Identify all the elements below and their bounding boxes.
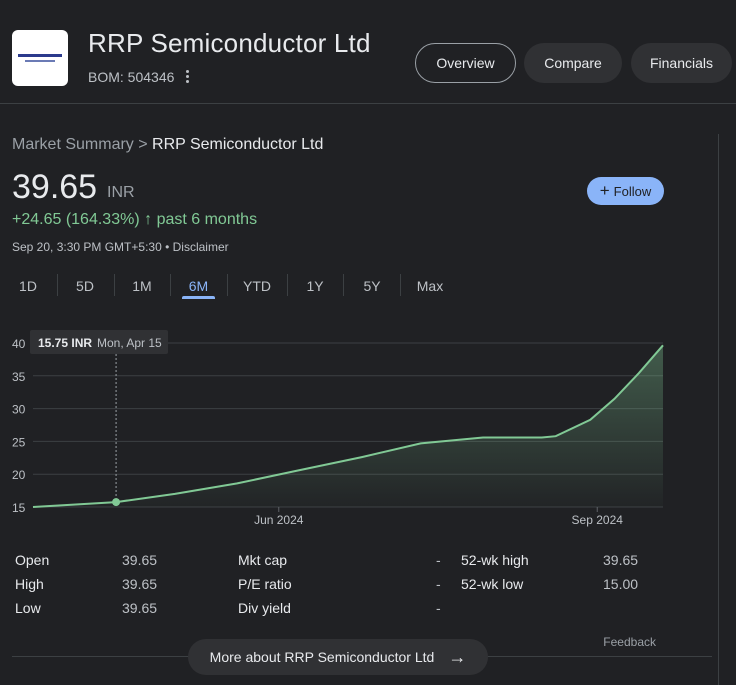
stat-label-low: Low [15, 600, 41, 616]
tab-financials[interactable]: Financials [631, 43, 732, 83]
logo-sub-bar [25, 60, 55, 62]
range-divider [57, 274, 58, 296]
range-1y[interactable]: 1Y [299, 278, 331, 294]
stat-value-high: 39.65 [122, 576, 158, 592]
stat-value-52wk-high: 39.65 [603, 552, 639, 568]
range-divider [227, 274, 228, 296]
arrow-right-icon: → [448, 646, 467, 667]
stat-label-high: High [15, 576, 44, 592]
change-period: past 6 months [156, 211, 258, 228]
company-logo [12, 30, 68, 86]
y-tick-label: 20 [12, 468, 26, 482]
breadcrumb-current: RRP Semiconductor Ltd [152, 136, 324, 153]
range-1m[interactable]: 1M [126, 278, 158, 294]
range-divider [114, 274, 115, 296]
stat-value-low: 39.65 [122, 600, 158, 616]
quote-timestamp[interactable]: Sep 20, 3:30 PM GMT+5:30 • Disclaimer [12, 240, 229, 254]
x-tick-label: Sep 2024 [572, 513, 624, 527]
hover-point [112, 498, 121, 507]
y-tick-label: 35 [12, 370, 26, 384]
stat-value-52wk-low: 15.00 [603, 576, 639, 592]
y-tick-label: 30 [12, 403, 26, 417]
key-stats: Open 39.65 High 39.65 Low 39.65 Mkt cap … [0, 548, 736, 620]
stat-label-52wk-high: 52-wk high [461, 552, 529, 568]
stat-label-div-yield: Div yield [238, 600, 291, 616]
stat-label-52wk-low: 52-wk low [461, 576, 524, 592]
range-1d[interactable]: 1D [12, 278, 44, 294]
follow-label: Follow [613, 183, 652, 199]
tooltip-date: Mon, Apr 15 [97, 336, 162, 350]
logo-text-bar [18, 54, 62, 57]
y-tick-label: 25 [12, 435, 26, 449]
follow-button[interactable]: + Follow [587, 177, 664, 205]
stat-label-open: Open [15, 552, 50, 568]
more-about-label: More about RRP Semiconductor Ltd [209, 649, 435, 665]
range-selector: 1D 5D 1M 6M YTD 1Y 5Y Max [0, 268, 736, 302]
ticker-symbol: BOM: 504346 [88, 69, 175, 85]
stat-label-mkt-cap: Mkt cap [238, 552, 288, 568]
more-about-button[interactable]: More about RRP Semiconductor Ltd → [188, 639, 488, 675]
up-arrow-icon: ↑ [144, 211, 153, 228]
company-header: RRP Semiconductor Ltd BOM: 504346 Overvi… [0, 0, 736, 104]
tab-compare[interactable]: Compare [524, 43, 622, 83]
range-6m[interactable]: 6M [182, 278, 215, 294]
current-price: 39.65 [12, 168, 98, 206]
breadcrumb: Market Summary > RRP Semiconductor Ltd [12, 136, 323, 154]
stat-value-open: 39.65 [122, 552, 158, 568]
range-ytd[interactable]: YTD [239, 278, 275, 294]
range-divider [343, 274, 344, 296]
currency-label: INR [107, 184, 135, 201]
stat-value-div-yield: - [436, 600, 441, 616]
y-tick-label: 15 [12, 501, 26, 515]
price-chart[interactable]: 40 35 30 25 20 15 Jun 2024 Sep 2024 15.75 INR M… [0, 318, 736, 538]
range-5d[interactable]: 5D [69, 278, 101, 294]
tooltip-value: 15.75 INR [38, 336, 92, 350]
price-change: +24.65 (164.33%) ↑ past 6 months [12, 211, 257, 229]
company-name: RRP Semiconductor Ltd [88, 28, 371, 58]
breadcrumb-separator: > [133, 136, 153, 153]
stat-value-mkt-cap: - [436, 552, 441, 568]
range-divider [287, 274, 288, 296]
change-value: +24.65 (164.33%) [12, 211, 140, 228]
price-area-fill [33, 345, 663, 507]
x-tick-label: Jun 2024 [254, 513, 304, 527]
range-max[interactable]: Max [412, 278, 448, 294]
tab-overview[interactable]: Overview [415, 43, 516, 83]
range-5y[interactable]: 5Y [356, 278, 388, 294]
range-active-indicator [182, 296, 215, 299]
plus-icon: + [599, 181, 610, 200]
y-tick-label: 40 [12, 337, 26, 351]
stat-label-pe-ratio: P/E ratio [238, 576, 292, 592]
range-divider [400, 274, 401, 296]
breadcrumb-parent[interactable]: Market Summary [12, 136, 134, 153]
feedback-link[interactable]: Feedback [603, 635, 656, 649]
stat-value-pe-ratio: - [436, 576, 441, 592]
more-options-icon[interactable] [180, 66, 194, 86]
range-divider [170, 274, 171, 296]
